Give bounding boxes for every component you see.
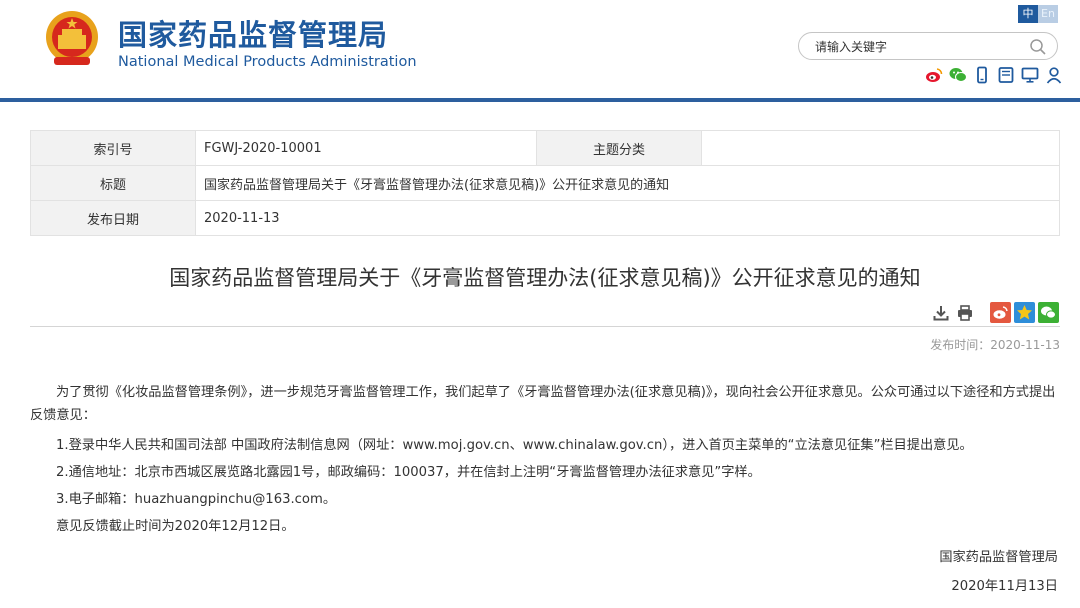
user-icon[interactable] (1045, 66, 1063, 84)
lang-chinese-button[interactable]: 中 (1018, 5, 1038, 23)
date-value: 2020-11-13 (195, 200, 1060, 236)
site-title-english[interactable]: National Medical Products Administration (118, 54, 417, 70)
share-weibo-icon[interactable] (990, 302, 1011, 327)
body-paragraph: 1.登录中华人民共和国司法部 中国政府法制信息网（网址：www.moj.gov.… (56, 438, 973, 453)
wechat-icon[interactable] (949, 66, 967, 84)
article-tools (932, 302, 1059, 327)
date-label: 发布日期 (30, 200, 196, 236)
national-emblem-icon[interactable] (44, 9, 100, 69)
search-box (798, 32, 1058, 60)
tablet-icon[interactable] (997, 66, 1015, 84)
site-title[interactable]: 国家药品监督管理局 (118, 12, 388, 54)
title-label: 标题 (30, 165, 196, 201)
share-wechat-icon[interactable] (1038, 302, 1059, 327)
title-divider (30, 326, 1060, 327)
body-paragraph: 3.电子邮箱：huazhuangpinchu@163.com。 (56, 492, 337, 507)
body-paragraph: 2.通信地址：北京市西城区展览路北露园1号，邮政编码：100037，并在信封上注… (56, 465, 761, 480)
mobile-icon[interactable] (973, 66, 991, 84)
signature-date: 2020年11月13日 (951, 579, 1058, 594)
meta-row-index: 索引号 FGWJ-2020-10001 主题分类 (30, 130, 1060, 166)
search-icon[interactable] (1029, 38, 1047, 56)
share-qzone-icon[interactable] (1014, 302, 1035, 327)
header-divider (0, 98, 1080, 102)
index-label: 索引号 (30, 130, 196, 166)
meta-row-title: 标题 国家药品监督管理局关于《牙膏监督管理办法(征求意见稿)》公开征求意见的通知 (30, 165, 1060, 201)
social-links (925, 66, 1063, 84)
publish-time: 发布时间：2020-11-13 (930, 338, 1060, 352)
language-switch: 中 En (1018, 5, 1058, 23)
signature-org: 国家药品监督管理局 (939, 550, 1058, 565)
index-value: FGWJ-2020-10001 (195, 130, 537, 166)
topic-value (701, 130, 1060, 166)
body-paragraph: 为了贯彻《化妆品监督管理条例》，进一步规范牙膏监督管理工作，我们起草了《牙膏监督… (30, 385, 1056, 423)
topic-label: 主题分类 (536, 130, 702, 166)
article-body: 为了贯彻《化妆品监督管理条例》，进一步规范牙膏监督管理工作，我们起草了《牙膏监督… (30, 381, 1062, 540)
weibo-icon[interactable] (925, 66, 943, 84)
article-title: 国家药品监督管理局关于《牙膏监督管理办法(征求意见稿)》公开征求意见的通知 (169, 266, 921, 290)
title-value: 国家药品监督管理局关于《牙膏监督管理办法(征求意见稿)》公开征求意见的通知 (195, 165, 1060, 201)
site-header: 国家药品监督管理局 National Medical Products Admi… (0, 0, 1080, 100)
print-icon[interactable] (956, 304, 974, 326)
monitor-icon[interactable] (1021, 66, 1039, 84)
document-meta-table: 索引号 FGWJ-2020-10001 主题分类 标题 国家药品监督管理局关于《… (30, 130, 1060, 236)
search-input[interactable] (813, 37, 1017, 57)
body-paragraph: 意见反馈截止时间为2020年12月12日。 (56, 519, 295, 534)
download-icon[interactable] (932, 304, 950, 326)
lang-english-button[interactable]: En (1038, 5, 1058, 23)
meta-row-date: 发布日期 2020-11-13 (30, 200, 1060, 236)
